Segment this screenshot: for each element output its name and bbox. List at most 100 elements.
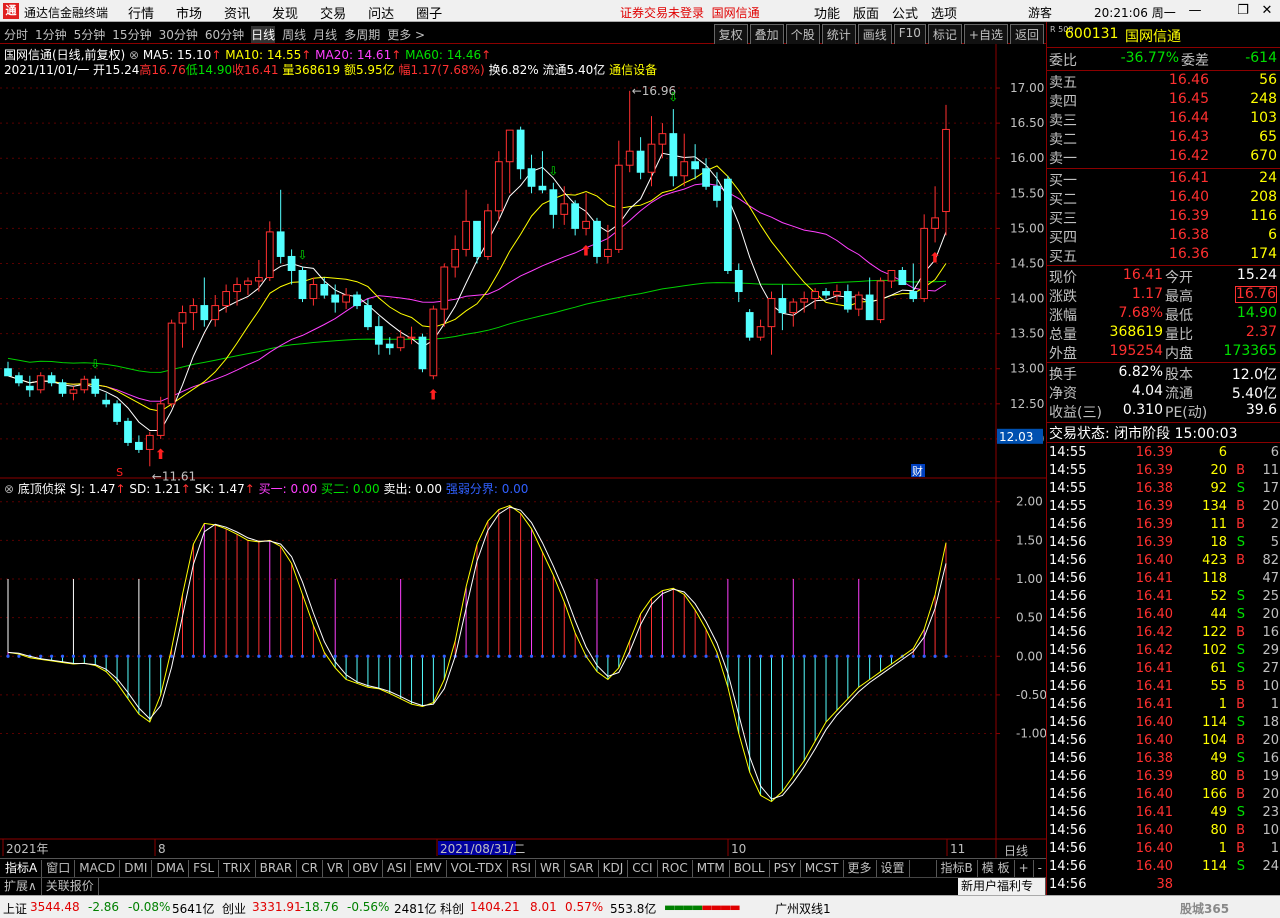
period-tab-7[interactable]: 周线 xyxy=(282,26,306,43)
related-quote-button[interactable]: 关联报价 xyxy=(42,878,99,895)
period-tab-0[interactable]: 分时 xyxy=(4,26,28,43)
indicator-tab-24[interactable]: 更多 xyxy=(844,860,877,877)
kc-index-name[interactable]: 科创 xyxy=(440,900,464,917)
close-icon[interactable]: ✕ xyxy=(1258,2,1276,19)
indicator-tab-20[interactable]: MTM xyxy=(693,860,730,877)
indicator-tab-22[interactable]: PSY xyxy=(770,860,801,877)
menu-trade[interactable]: 交易 xyxy=(320,3,346,22)
indicator-tab-1[interactable]: 窗口 xyxy=(42,860,76,877)
tick-count: 20 xyxy=(1262,607,1279,622)
guest-user[interactable]: 游客 xyxy=(1028,4,1052,21)
ask-price: 16.45 xyxy=(1168,91,1209,107)
indicator-dot xyxy=(573,654,577,658)
tool-button-8[interactable]: 返回 xyxy=(1009,24,1044,45)
indicator-tab-9[interactable]: VR xyxy=(323,860,349,877)
indicator-tab-25[interactable]: 设置 xyxy=(877,860,910,877)
indicator-tab-12[interactable]: EMV xyxy=(411,860,447,877)
indicator-tab-19[interactable]: ROC xyxy=(658,860,693,877)
tick-time: 14:56 xyxy=(1049,877,1087,892)
indicator-tab-0[interactable]: 指标A xyxy=(1,860,43,877)
sh-index-name[interactable]: 上证 xyxy=(3,900,27,917)
indicator-tab-15[interactable]: WR xyxy=(536,860,566,877)
menu-quotes[interactable]: 行情 xyxy=(128,3,154,22)
indicator-name[interactable]: 底顶侦探 xyxy=(18,482,66,496)
expand-button[interactable]: 扩展∧ xyxy=(0,878,42,895)
menu-ask[interactable]: 问达 xyxy=(368,3,394,22)
tick-volume: 49 xyxy=(1210,751,1227,766)
period-tab-8[interactable]: 月线 xyxy=(313,26,337,43)
stat-value: 368619 xyxy=(1109,324,1163,340)
indicator-tab-7[interactable]: BRAR xyxy=(256,860,298,877)
bid-price: 16.39 xyxy=(1168,208,1209,224)
indicator-tab-8[interactable]: CR xyxy=(297,860,323,877)
tool-button-6[interactable]: 标记 xyxy=(927,24,962,45)
dropdown-icon[interactable]: ⊗ xyxy=(129,48,139,62)
menu-circle[interactable]: 圈子 xyxy=(416,3,442,22)
period-tab-1[interactable]: 1分钟 xyxy=(35,26,67,43)
finance-badge-label[interactable]: 财 xyxy=(912,464,923,478)
indicator-tab-14[interactable]: RSI xyxy=(508,860,537,877)
tool-button-7[interactable]: +自选 xyxy=(963,24,1008,45)
bar-industry[interactable]: 通信设备 xyxy=(609,63,657,77)
tool-button-3[interactable]: 统计 xyxy=(821,24,856,45)
kline-chart[interactable]: 17.00 16.50 16.00 15.50 15.00 14.50 14.00 13.50… xyxy=(0,44,1046,858)
menu-layout[interactable]: 版面 xyxy=(853,3,879,22)
menu-formula[interactable]: 公式 xyxy=(892,3,918,22)
stock-name[interactable]: 国网信通 xyxy=(1125,26,1181,46)
tick-count: 23 xyxy=(1262,805,1279,820)
restore-icon[interactable]: ❐ xyxy=(1234,2,1252,19)
indicator-tab-17[interactable]: KDJ xyxy=(599,860,629,877)
tool-button-2[interactable]: 个股 xyxy=(785,24,820,45)
indicator-tab-13[interactable]: VOL-TDX xyxy=(447,860,508,877)
menu-options[interactable]: 选项 xyxy=(931,3,957,22)
indicator-tab-5[interactable]: FSL xyxy=(189,860,220,877)
tool-button-4[interactable]: 画线 xyxy=(857,24,892,45)
ask-price: 16.46 xyxy=(1168,72,1209,88)
period-tab-4[interactable]: 30分钟 xyxy=(159,26,198,43)
indicator-dot xyxy=(933,654,937,658)
indicator-tab-3[interactable]: DMI xyxy=(120,860,153,877)
stat-row: 涨幅 7.68% 最低 14.90 xyxy=(1047,305,1280,324)
tool-button-5[interactable]: F10 xyxy=(893,24,926,45)
tab-right-0[interactable]: 指标B xyxy=(935,860,977,877)
menu-news[interactable]: 资讯 xyxy=(224,3,250,22)
tick-volume: 102 xyxy=(1202,643,1227,658)
indicator-dot xyxy=(922,654,926,658)
indicator-tab-18[interactable]: CCI xyxy=(628,860,658,877)
menu-market[interactable]: 市场 xyxy=(176,3,202,22)
tab-right-2[interactable]: + xyxy=(1013,860,1033,877)
login-notice[interactable]: 证券交易未登录 国网信通 xyxy=(620,4,760,21)
tab-right-3[interactable]: - xyxy=(1032,860,1046,877)
server-name[interactable]: 广州双线1 xyxy=(775,900,831,917)
candle-body xyxy=(222,291,231,307)
period-tab-6[interactable]: 日线 xyxy=(251,26,276,43)
tool-button-1[interactable]: 叠加 xyxy=(749,24,784,45)
cy-index-name[interactable]: 创业 xyxy=(222,900,246,917)
menu-function[interactable]: 功能 xyxy=(814,3,840,22)
minimize-icon[interactable]: — xyxy=(1186,2,1204,19)
indicator-tab-21[interactable]: BOLL xyxy=(730,860,770,877)
period-tab-5[interactable]: 60分钟 xyxy=(205,26,244,43)
tool-button-0[interactable]: 复权 xyxy=(713,24,748,45)
indicator-tab-16[interactable]: SAR xyxy=(565,860,599,877)
menu-discover[interactable]: 发现 xyxy=(272,3,298,22)
period-tab-3[interactable]: 15分钟 xyxy=(112,26,151,43)
indicator-dot xyxy=(649,654,654,658)
stock-code[interactable]: 600131 xyxy=(1065,26,1118,42)
indicator-dot xyxy=(17,654,21,658)
candle-body xyxy=(440,266,449,310)
tick-price: 16.42 xyxy=(1135,643,1173,658)
period-tab-10[interactable]: 更多 > xyxy=(387,26,425,43)
indicator-tab-10[interactable]: OBV xyxy=(349,860,384,877)
indicator-tab-11[interactable]: ASI xyxy=(383,860,412,877)
indicator-tab-23[interactable]: MCST xyxy=(801,860,844,877)
dropdown-icon[interactable]: ⊗ xyxy=(4,482,14,496)
candle-body xyxy=(734,269,743,293)
period-tab-2[interactable]: 5分钟 xyxy=(74,26,106,43)
indicator-tab-4[interactable]: DMA xyxy=(152,860,190,877)
period-tab-9[interactable]: 多周期 xyxy=(344,26,380,43)
indicator-tab-2[interactable]: MACD xyxy=(75,860,121,877)
tab-right-1[interactable]: 模 板 xyxy=(976,860,1014,877)
indicator-tab-6[interactable]: TRIX xyxy=(219,860,256,877)
cy-index-pct: -0.56% xyxy=(347,900,390,914)
